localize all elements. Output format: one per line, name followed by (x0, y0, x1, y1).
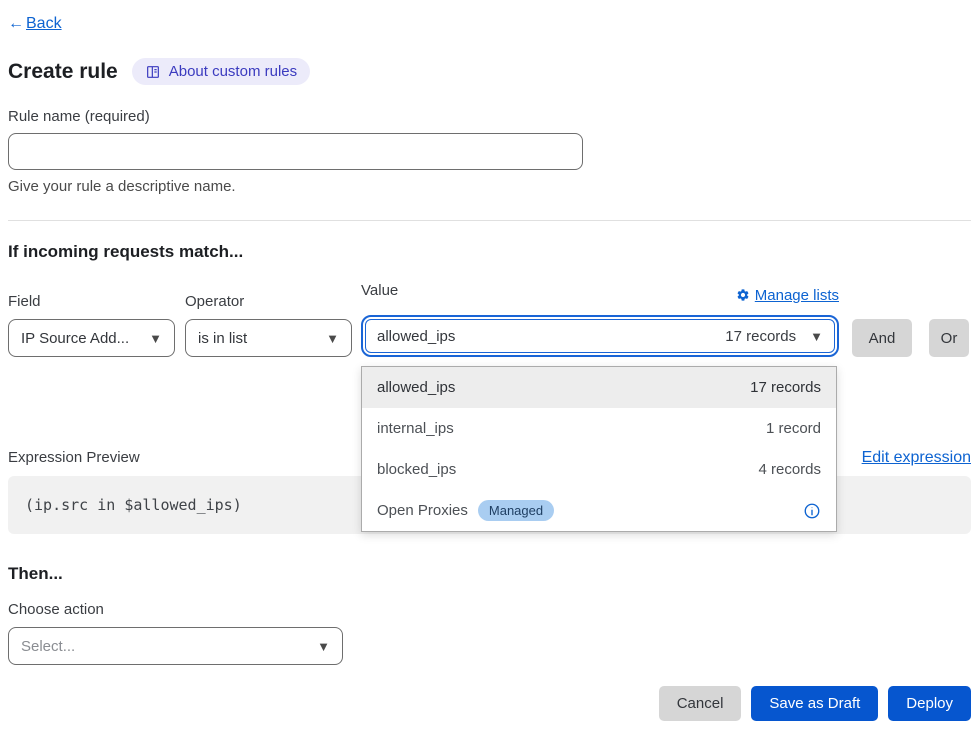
managed-badge: Managed (478, 500, 554, 521)
back-label: Back (26, 15, 62, 32)
back-row: ←Back (8, 0, 971, 33)
list-item-name: allowed_ips (377, 379, 455, 396)
info-icon[interactable] (803, 502, 821, 520)
gear-icon (736, 288, 750, 302)
value-select-focus-ring: allowed_ips 17 records ▼ (361, 315, 839, 357)
page-title: Create rule (8, 60, 118, 84)
list-item-name: Open Proxies (377, 502, 468, 519)
manage-lists-label: Manage lists (755, 287, 839, 304)
operator-label: Operator (185, 293, 352, 310)
list-item-records: 4 records (758, 461, 821, 478)
save-as-draft-button[interactable]: Save as Draft (751, 686, 878, 721)
cancel-button[interactable]: Cancel (659, 686, 742, 721)
value-label-row: Value Manage lists (361, 282, 839, 308)
then-section-heading: Then... (8, 564, 971, 584)
list-item-allowed-ips[interactable]: allowed_ips 17 records (362, 367, 836, 408)
value-label: Value (361, 282, 398, 299)
field-column: Field IP Source Add... ▼ (8, 293, 175, 357)
operator-select-value: is in list (198, 330, 247, 347)
value-select-records: 17 records (725, 328, 796, 345)
edit-expression-link[interactable]: Edit expression (862, 449, 971, 467)
and-button[interactable]: And (852, 319, 912, 357)
rule-name-label: Rule name (required) (8, 108, 971, 125)
create-rule-page: ←Back Create rule About custom rules Rul… (0, 0, 979, 739)
condition-row: Field IP Source Add... ▼ Operator is in … (8, 282, 971, 357)
value-select-value: allowed_ips (377, 328, 455, 345)
back-link[interactable]: ←Back (8, 15, 62, 32)
list-item-blocked-ips[interactable]: blocked_ips 4 records (362, 449, 836, 490)
footer-actions: Cancel Save as Draft Deploy (8, 686, 971, 721)
choose-action-label: Choose action (8, 601, 971, 618)
list-item-name: blocked_ips (377, 461, 456, 478)
list-item-records: 1 record (766, 420, 821, 437)
match-section-heading: If incoming requests match... (8, 242, 971, 262)
rule-name-helper: Give your rule a descriptive name. (8, 178, 971, 195)
edit-expression-label: Edit expression (862, 449, 971, 466)
chevron-down-icon: ▼ (149, 332, 162, 345)
about-custom-rules-label: About custom rules (169, 63, 297, 80)
back-arrow-icon: ← (8, 15, 24, 32)
or-button[interactable]: Or (929, 319, 969, 357)
list-item-left: Open Proxies Managed (377, 500, 554, 521)
field-select[interactable]: IP Source Add... ▼ (8, 319, 175, 357)
chevron-down-icon: ▼ (326, 332, 339, 345)
chevron-down-icon: ▼ (317, 640, 330, 653)
list-item-name: internal_ips (377, 420, 454, 437)
list-item-internal-ips[interactable]: internal_ips 1 record (362, 408, 836, 449)
manage-lists-link[interactable]: Manage lists (736, 287, 839, 304)
list-item-records: 17 records (750, 379, 821, 396)
book-icon (145, 64, 161, 80)
field-label: Field (8, 293, 175, 310)
value-dropdown-menu: allowed_ips 17 records internal_ips 1 re… (361, 366, 837, 532)
expression-preview-label: Expression Preview (8, 449, 140, 466)
about-custom-rules-link[interactable]: About custom rules (132, 58, 310, 85)
rule-name-input[interactable] (8, 133, 583, 170)
operator-select[interactable]: is in list ▼ (185, 319, 352, 357)
value-select[interactable]: allowed_ips 17 records ▼ (365, 319, 835, 353)
list-item-open-proxies[interactable]: Open Proxies Managed (362, 490, 836, 531)
deploy-button[interactable]: Deploy (888, 686, 971, 721)
section-divider (8, 220, 971, 221)
expression-code: (ip.src in $allowed_ips) (25, 496, 242, 514)
action-select-placeholder: Select... (21, 638, 75, 655)
action-select[interactable]: Select... ▼ (8, 627, 343, 665)
title-row: Create rule About custom rules (8, 58, 971, 85)
field-select-value: IP Source Add... (21, 330, 129, 347)
operator-column: Operator is in list ▼ (185, 293, 352, 357)
value-column: Value Manage lists allowed_ips 17 record… (361, 282, 839, 357)
chevron-down-icon: ▼ (810, 330, 823, 343)
